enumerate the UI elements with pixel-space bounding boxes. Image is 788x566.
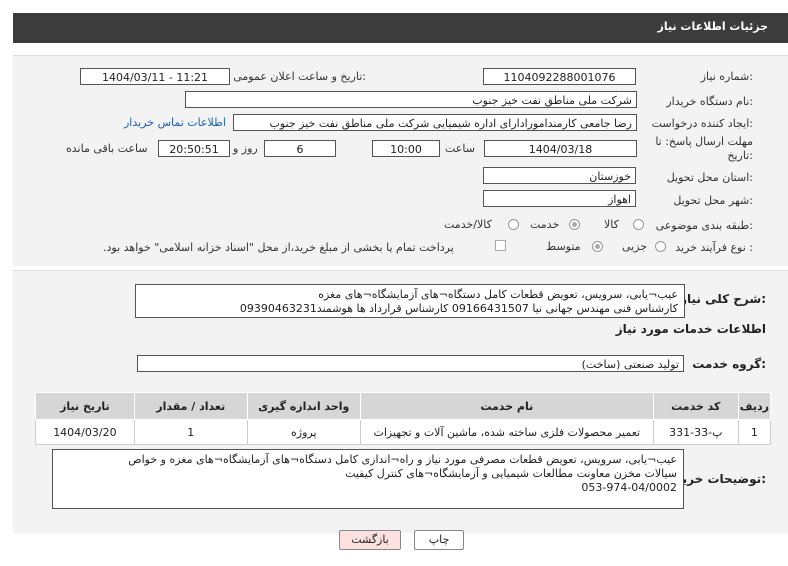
city-label: شهر محل تحویل: xyxy=(673,194,753,207)
days-label: روز و xyxy=(233,142,258,155)
category-label: طبقه بندی موضوعی: xyxy=(655,219,753,232)
buyer-notes-textarea: عیب¬یابی، سرویس، تعویض قطعات مصرفی مورد … xyxy=(52,449,684,509)
row-code: پ-33-331 xyxy=(652,419,739,445)
summary-label: شرح کلی نیاز: xyxy=(680,292,766,306)
row-date: 1404/03/20 xyxy=(35,419,135,445)
category-goods-service-radio[interactable] xyxy=(508,219,519,230)
process-label: نوع فرآیند خرید : xyxy=(675,241,753,254)
days-field: 6 xyxy=(264,140,336,157)
row-unit: پروژه xyxy=(246,419,361,445)
buyer-label: نام دستگاه خریدار: xyxy=(666,95,753,108)
column-header-qty: تعداد / مقدار xyxy=(133,392,248,420)
back-button[interactable]: بازگشت xyxy=(339,530,401,550)
need-number-label: شماره نیاز: xyxy=(700,70,753,83)
deadline-time-label: ساعت xyxy=(445,142,475,155)
column-header-index: ردیف xyxy=(737,392,772,420)
summary-line-1: عیب¬یابی، سرویس، تعویض قطعات کامل دستگاه… xyxy=(318,288,678,301)
buyer-notes-line-1: عیب¬یابی، سرویس، تعویض قطعات مصرفی مورد … xyxy=(128,453,677,466)
treasury-payment-checkbox[interactable] xyxy=(495,240,506,251)
row-index: 1 xyxy=(737,419,772,445)
category-service-label: خدمت xyxy=(530,218,560,231)
process-medium-label: متوسط xyxy=(546,240,581,253)
column-header-code: کد خدمت xyxy=(652,392,739,420)
category-goods-radio[interactable] xyxy=(633,219,644,230)
category-service-radio[interactable] xyxy=(569,219,580,230)
column-header-name: نام خدمت xyxy=(359,392,654,420)
province-label: استان محل تحویل: xyxy=(666,171,753,184)
table-header-row: ردیف کد خدمت نام خدمت واحد اندازه گیری ت… xyxy=(35,392,772,420)
province-field: خوزستان xyxy=(483,167,636,184)
remaining-time-field: 20:50:51 xyxy=(158,140,230,157)
page-header: جزئیات اطلاعات نیاز xyxy=(13,13,788,43)
requester-label: ایجاد کننده درخواست: xyxy=(651,117,753,130)
treasury-payment-note: پرداخت تمام یا بخشی از مبلغ خرید،از محل … xyxy=(103,241,454,254)
summary-line-2: کارشناس فنی مهندس جهانی نیا 09166431507 … xyxy=(239,302,678,315)
process-minor-label: جزیی xyxy=(622,240,648,253)
category-goods-service-label: کالا/خدمت xyxy=(444,218,492,231)
table-row: 1 پ-33-331 تعمیر محصولات فلزی ساخته شده،… xyxy=(35,419,772,445)
service-group-label: گروه خدمت: xyxy=(692,357,766,371)
category-goods-label: کالا xyxy=(604,218,619,231)
row-qty: 1 xyxy=(133,419,248,445)
requester-field: رضا جامعی کارمندامورادارای اداره شیمیایی… xyxy=(233,114,637,131)
print-button[interactable]: چاپ xyxy=(414,530,464,550)
city-field: اهواز xyxy=(483,190,636,207)
need-number-field: 1104092288001076 xyxy=(483,68,636,85)
remaining-label: ساعت باقی مانده xyxy=(66,142,148,155)
services-section-title: اطلاعات خدمات مورد نیاز xyxy=(615,322,766,336)
summary-textarea: عیب¬یابی، سرویس، تعویض قطعات کامل دستگاه… xyxy=(135,284,685,318)
deadline-date-field: 1404/03/18 xyxy=(484,140,637,157)
announce-label: تاریخ و ساعت اعلان عمومی: xyxy=(233,70,366,83)
process-minor-radio[interactable] xyxy=(655,241,666,252)
column-header-date: تاریخ نیاز xyxy=(35,392,135,420)
column-header-unit: واحد اندازه گیری xyxy=(246,392,361,420)
buyer-field: شرکت ملی مناطق نفت خیز جنوب xyxy=(185,91,637,108)
service-group-field: تولید صنعتی (ساخت) xyxy=(137,355,684,372)
row-name: تعمیر محصولات فلزی ساخته شده، ماشین آلات… xyxy=(359,419,654,445)
services-table: ردیف کد خدمت نام خدمت واحد اندازه گیری ت… xyxy=(35,392,772,445)
announce-datetime-field: 1404/03/11 - 11:21 xyxy=(80,68,230,85)
process-medium-radio[interactable] xyxy=(592,241,603,252)
buyer-contact-link[interactable]: اطلاعات تماس خریدار xyxy=(124,116,226,129)
page-title: جزئیات اطلاعات نیاز xyxy=(657,20,769,33)
deadline-label: مهلت ارسال پاسخ: تا تاریخ: xyxy=(655,135,753,162)
buyer-notes-line-3: 053-974-04/0002 xyxy=(581,481,677,494)
deadline-time-field: 10:00 xyxy=(372,140,440,157)
buyer-notes-line-2: سیالات مخزن معاونت مطالعات شیمیایی و آزم… xyxy=(345,467,677,480)
